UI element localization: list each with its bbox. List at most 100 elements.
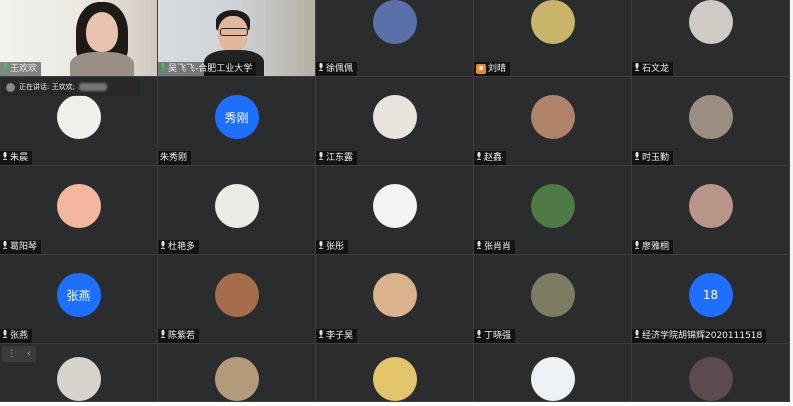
participant-name: 刘晴	[488, 64, 507, 74]
avatar	[214, 184, 259, 228]
participant-name: 陈紫若	[168, 331, 196, 341]
participant-name: 吴飞飞-合肥工业大学	[168, 64, 253, 74]
microphone-icon	[476, 151, 482, 165]
participant-name: 李子昊	[326, 331, 354, 341]
microphone-icon	[318, 240, 324, 254]
participant-tile[interactable]: 杜艳多	[158, 166, 316, 255]
microphone-icon	[2, 151, 8, 165]
participant-nameplate: 赵鑫	[474, 151, 507, 165]
participant-name: 廖雅桐	[642, 242, 670, 252]
participant-nameplate: 经济学院胡锦辉2020111518	[632, 329, 767, 343]
participant-tile[interactable]	[158, 344, 316, 402]
text-avatar: 张燕	[56, 273, 101, 317]
participant-tile[interactable]: 刘晴	[474, 0, 632, 77]
avatar	[530, 356, 575, 401]
participant-tile[interactable]: 廖雅桐	[632, 166, 790, 255]
speaker-avatar-icon	[6, 82, 15, 92]
microphone-icon	[634, 62, 640, 76]
participant-tile[interactable]: 石文龙	[632, 0, 790, 77]
avatar	[214, 356, 259, 401]
participant-name: 江东露	[326, 153, 354, 163]
text-avatar: 秀刚	[214, 95, 259, 139]
participant-nameplate: 徐佩佩	[316, 62, 358, 76]
participant-nameplate: 杜艳多	[158, 240, 200, 254]
participant-nameplate: 张肖肖	[474, 240, 516, 254]
participant-name: 张燕	[10, 331, 29, 341]
participant-nameplate: 张燕	[0, 329, 33, 343]
participant-nameplate: 刘晴	[474, 62, 511, 76]
participant-name: 杜艳多	[168, 242, 196, 252]
participant-name: 石文龙	[642, 64, 670, 74]
participant-tile[interactable]: 李子昊	[316, 255, 474, 344]
microphone-icon	[2, 62, 8, 76]
participant-nameplate: 朱晨	[0, 151, 33, 165]
avatar	[530, 95, 575, 139]
microphone-icon	[2, 329, 8, 343]
participant-tile[interactable]	[316, 344, 474, 402]
avatar	[530, 0, 575, 44]
avatar	[372, 184, 417, 228]
microphone-icon	[634, 240, 640, 254]
chevron-left-icon: ‹	[27, 349, 31, 359]
avatar	[372, 95, 417, 139]
avatar	[56, 184, 101, 228]
participant-tile[interactable]: 徐佩佩	[316, 0, 474, 77]
participant-tile[interactable]: 18 经济学院胡锦辉2020111518	[632, 255, 790, 344]
participant-name: 张彤	[326, 242, 345, 252]
participant-nameplate: 时玉勤	[632, 151, 674, 165]
microphone-icon	[2, 240, 8, 254]
avatar	[530, 273, 575, 317]
participant-tile[interactable]: 张肖肖	[474, 166, 632, 255]
participant-tile[interactable]: 张燕 张燕	[0, 255, 158, 344]
avatar	[688, 0, 733, 44]
microphone-icon	[318, 62, 324, 76]
participant-nameplate: 葛阳琴	[0, 240, 42, 254]
avatar-text: 张燕	[66, 288, 91, 303]
participant-nameplate: 江东露	[316, 151, 358, 165]
user-icon	[476, 64, 486, 74]
microphone-icon	[634, 151, 640, 165]
participant-name: 朱秀刚	[160, 153, 188, 163]
speaking-label: 正在讲话: 王欢欢;	[19, 83, 75, 91]
participant-tile[interactable]: 王欢欢	[0, 0, 158, 77]
microphone-icon	[476, 240, 482, 254]
text-avatar: 18	[688, 273, 733, 317]
avatar-text: 18	[702, 288, 719, 302]
more-icon: ⋮	[7, 349, 17, 359]
participant-tile[interactable]	[632, 344, 790, 402]
avatar	[530, 184, 575, 228]
participant-grid: 王欢欢 吴飞飞-合肥工业大学 徐佩佩 刘晴 石文龙 朱晨 秀刚 朱秀刚 江东露 赵鑫 时玉勤 葛阳琴杜…	[0, 0, 790, 402]
participant-nameplate: 吴飞飞-合肥工业大学	[158, 62, 257, 76]
microphone-icon	[160, 62, 166, 76]
avatar	[372, 356, 417, 401]
avatar	[372, 273, 417, 317]
participant-tile[interactable]: 丁晓强	[474, 255, 632, 344]
blurred-text	[78, 83, 107, 91]
microphone-icon	[476, 329, 482, 343]
microphone-icon	[160, 329, 166, 343]
bottom-edge	[0, 402, 793, 406]
participant-tile[interactable]: 江东露	[316, 77, 474, 166]
participant-tile[interactable]: 吴飞飞-合肥工业大学	[158, 0, 316, 77]
person-body	[70, 52, 134, 76]
participant-nameplate: 朱秀刚	[158, 151, 192, 165]
participant-tile[interactable]: 赵鑫	[474, 77, 632, 166]
avatar	[56, 95, 101, 139]
participant-tile[interactable]: 时玉勤	[632, 77, 790, 166]
collapse-panel-button[interactable]: ⋮ ‹	[2, 346, 36, 362]
participant-name: 王欢欢	[10, 64, 38, 74]
avatar	[372, 0, 417, 44]
participant-name: 丁晓强	[484, 331, 512, 341]
avatar	[214, 273, 259, 317]
speaking-indicator: 正在讲话: 王欢欢;	[2, 78, 140, 96]
participant-tile[interactable]	[474, 344, 632, 402]
participant-tile[interactable]: 陈紫若	[158, 255, 316, 344]
microphone-icon	[318, 329, 324, 343]
participant-nameplate: 张彤	[316, 240, 349, 254]
participant-nameplate: 廖雅桐	[632, 240, 674, 254]
participant-tile[interactable]: 秀刚朱秀刚	[158, 77, 316, 166]
participant-tile[interactable]: 葛阳琴	[0, 166, 158, 255]
avatar-text: 秀刚	[224, 110, 249, 125]
participant-tile[interactable]: 张彤	[316, 166, 474, 255]
avatar	[688, 356, 733, 401]
